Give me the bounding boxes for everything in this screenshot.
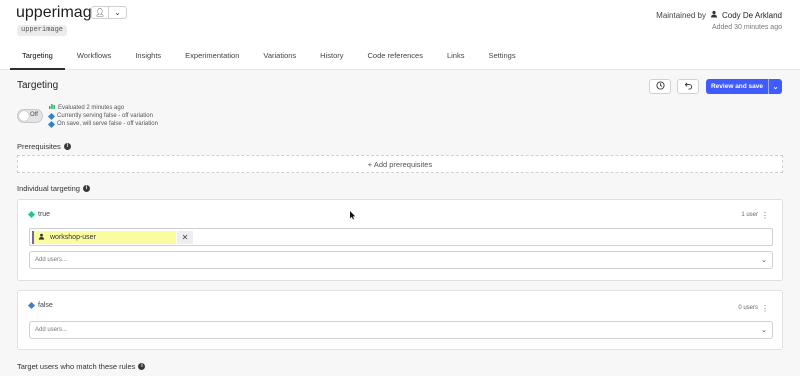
add-users-placeholder: Add users... xyxy=(35,327,68,333)
flag-toggle[interactable]: Off xyxy=(17,109,43,123)
user-count: 1 user xyxy=(741,212,758,218)
tab-code-references[interactable]: Code references xyxy=(356,46,435,70)
variation-name: false xyxy=(27,301,53,310)
chevron-down-icon[interactable]: ⌄ xyxy=(768,79,782,94)
tab-settings[interactable]: Settings xyxy=(476,46,527,70)
flag-status: Evaluated 2 minutes ago Currently servin… xyxy=(47,103,158,128)
remove-user-button[interactable]: ✕ xyxy=(177,231,193,244)
maintainer: Maintained by Cody De Arkland xyxy=(656,10,782,20)
chevron-down-icon: ⌄ xyxy=(114,8,121,17)
tab-insights[interactable]: Insights xyxy=(123,46,173,70)
tab-history[interactable]: History xyxy=(308,46,355,70)
user-count: 0 users xyxy=(738,305,758,311)
close-icon: ✕ xyxy=(181,233,189,242)
more-options-icon[interactable]: ⋮ xyxy=(761,304,769,313)
add-users-input[interactable]: Add users... ⌄ xyxy=(29,321,773,339)
review-and-save-button[interactable]: Review and save ⌄ xyxy=(706,79,782,94)
info-icon[interactable]: i xyxy=(138,363,146,370)
status-evaluated: Evaluated 2 minutes ago xyxy=(49,103,158,112)
status-text: Currently serving false - off variation xyxy=(57,113,153,119)
review-and-save-label: Review and save xyxy=(710,83,764,90)
status-text: On save, will serve false - off variatio… xyxy=(57,121,158,127)
info-icon[interactable]: i xyxy=(63,143,71,150)
status-on-save: On save, will serve false - off variatio… xyxy=(47,120,158,128)
flag-name: upperimage xyxy=(16,4,101,21)
diamond-icon xyxy=(47,120,56,128)
status-current: Currently serving false - off variation xyxy=(47,112,158,120)
rules-heading: Target users who match these rules i xyxy=(17,362,146,371)
prerequisites-heading: Prerequisites i xyxy=(17,142,71,151)
add-prerequisites-button[interactable]: + Add prerequisites xyxy=(17,155,783,173)
user-plus-icon: 👤︎ xyxy=(94,8,106,17)
tab-links[interactable]: Links xyxy=(435,46,477,70)
mouse-cursor-icon xyxy=(350,211,356,222)
variation-card-true: true 1 user ⋮ workshop-user ✕ Add users.… xyxy=(17,199,783,281)
toggle-state: Off xyxy=(30,111,38,118)
variation-label: true xyxy=(38,211,51,218)
added-time: Added 30 minutes ago xyxy=(711,24,782,31)
tab-experimentation[interactable]: Experimentation xyxy=(173,46,251,70)
chevron-down-icon: ⌄ xyxy=(761,257,767,264)
bar-chart-icon xyxy=(49,103,55,112)
diamond-icon xyxy=(27,210,36,219)
add-users-placeholder: Add users... xyxy=(35,257,68,263)
variation-card-false: false 0 users ⋮ Add users... ⌄ xyxy=(17,290,783,350)
schedule-button[interactable] xyxy=(649,79,671,94)
flag-actions-menu-button[interactable]: ⌄ xyxy=(109,6,127,19)
prerequisites-label: Prerequisites xyxy=(17,142,61,151)
share-user-button[interactable]: 👤︎ xyxy=(91,6,109,19)
variation-label: false xyxy=(38,302,53,309)
individual-targeting-heading: Individual targeting i xyxy=(17,184,90,193)
person-icon xyxy=(38,233,45,242)
variation-name: true xyxy=(27,210,51,219)
targeted-users: workshop-user ✕ xyxy=(29,228,773,246)
clock-icon xyxy=(655,81,665,92)
flag-actions: 👤︎ ⌄ xyxy=(91,6,127,19)
flag-header: upperimage 👤︎ ⌄ upperimage Maintained by… xyxy=(0,0,800,70)
tab-targeting[interactable]: Targeting xyxy=(10,46,65,70)
undo-button[interactable] xyxy=(677,79,699,94)
individual-targeting-label: Individual targeting xyxy=(17,184,80,193)
toggle-knob xyxy=(19,111,29,121)
tab-variations[interactable]: Variations xyxy=(251,46,308,70)
tab-bar: Targeting Workflows Insights Experimenta… xyxy=(10,46,528,70)
diamond-icon xyxy=(47,112,56,120)
user-chip-label: workshop-user xyxy=(50,234,96,241)
add-users-input[interactable]: Add users... ⌄ xyxy=(29,251,773,269)
undo-icon xyxy=(684,81,693,92)
more-options-icon[interactable]: ⋮ xyxy=(761,211,769,220)
info-icon[interactable]: i xyxy=(82,185,90,192)
diamond-icon xyxy=(27,301,36,310)
maintainer-name[interactable]: Cody De Arkland xyxy=(722,11,782,20)
status-text: Evaluated 2 minutes ago xyxy=(58,104,125,111)
tab-workflows[interactable]: Workflows xyxy=(65,46,123,70)
section-title: Targeting xyxy=(17,80,59,91)
person-icon xyxy=(710,10,718,20)
user-chip[interactable]: workshop-user xyxy=(32,231,176,244)
flag-key[interactable]: upperimage xyxy=(17,25,68,36)
rules-label: Target users who match these rules xyxy=(17,362,136,371)
maintained-by-label: Maintained by xyxy=(656,10,706,20)
chevron-down-icon: ⌄ xyxy=(761,327,767,334)
